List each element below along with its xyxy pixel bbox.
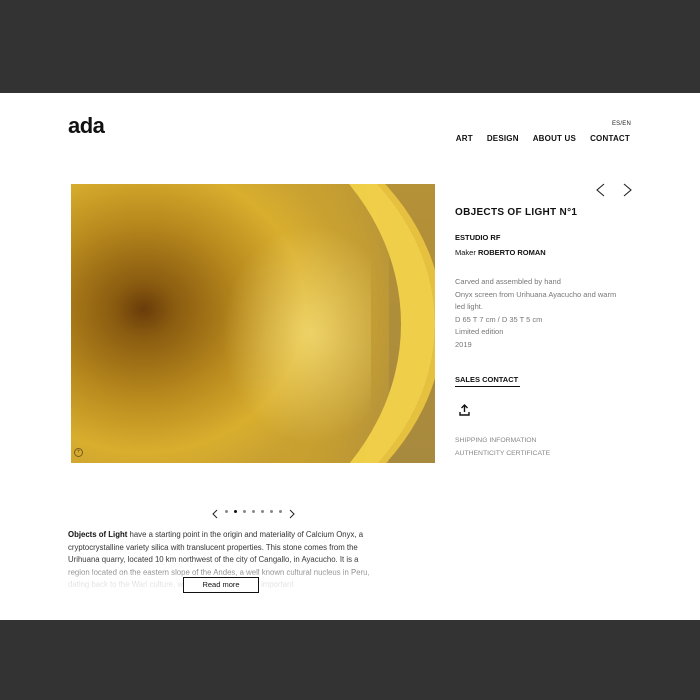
product-page: ada ES/EN ART DESIGN ABOUT US CONTACT + …: [0, 93, 700, 620]
authenticity-certificate-link[interactable]: AUTHENTICITY CERTIFICATE: [455, 447, 550, 460]
description-line: D 65 T 7 cm / D 35 T 5 cm: [455, 314, 543, 324]
description-line: 2019: [455, 339, 472, 349]
about-bold: Objects of Light: [68, 530, 128, 539]
main-nav: ART DESIGN ABOUT US CONTACT: [456, 134, 630, 143]
carousel-dot[interactable]: [279, 509, 282, 513]
nav-item-about-us[interactable]: ABOUT US: [533, 134, 576, 143]
sales-contact-link[interactable]: SALES CONTACT: [455, 375, 521, 387]
maker-name: ROBERTO ROMAN: [477, 248, 546, 257]
light-glow: [221, 224, 371, 444]
product-maker: Maker ROBERTO ROMAN: [455, 248, 635, 257]
nav-item-design[interactable]: DESIGN: [487, 134, 519, 143]
product-title: OBJECTS OF LIGHT N°1: [455, 207, 578, 218]
carousel-dot[interactable]: [225, 509, 228, 513]
carousel-next-icon[interactable]: [288, 506, 296, 519]
description-line: Carved and assembled by hand: [455, 277, 561, 286]
description-line: Limited edition: [455, 327, 504, 336]
product-info: OBJECTS OF LIGHT N°1 ESTUDIO RF Maker RO…: [455, 207, 635, 351]
nav-item-art[interactable]: ART: [456, 134, 473, 143]
carousel-dot[interactable]: [270, 509, 273, 513]
carousel-dot[interactable]: [243, 509, 246, 513]
shipping-information-link[interactable]: SHIPPING INFORMATION: [455, 434, 550, 447]
info-links: SHIPPING INFORMATION AUTHENTICITY CERTIF…: [455, 434, 550, 460]
zoom-icon[interactable]: +: [74, 448, 83, 457]
image-arrows: [594, 183, 634, 197]
next-arrow-icon[interactable]: [620, 183, 634, 197]
maker-label: Maker: [455, 248, 476, 257]
prev-arrow-icon[interactable]: [594, 183, 608, 197]
carousel-prev-icon[interactable]: [211, 506, 219, 519]
carousel-dot[interactable]: [261, 509, 264, 513]
nav-item-contact[interactable]: CONTACT: [590, 134, 630, 143]
carousel-dot-active[interactable]: [234, 509, 237, 513]
product-image[interactable]: [71, 184, 435, 463]
description-line: led light.: [455, 302, 483, 311]
product-studio: ESTUDIO RF: [455, 233, 501, 242]
description-line: Onyx screen from Urihuana Ayacucho and w…: [455, 289, 617, 299]
language-switch[interactable]: ES/EN: [612, 121, 631, 127]
carousel-dot[interactable]: [252, 509, 255, 513]
product-description: Carved and assembled by hand Onyx screen…: [455, 276, 635, 351]
share-icon[interactable]: [459, 403, 470, 416]
site-logo[interactable]: ada: [68, 113, 105, 139]
image-carousel-pager: [211, 506, 296, 519]
read-more-button[interactable]: Read more: [183, 577, 259, 593]
